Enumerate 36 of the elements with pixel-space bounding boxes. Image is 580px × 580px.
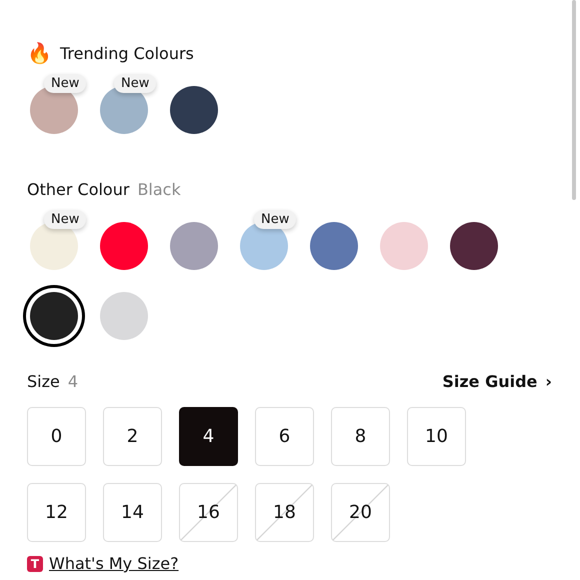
size-option[interactable]: 6 [255,407,314,466]
size-option[interactable]: 2 [103,407,162,466]
colour-swatch[interactable] [30,292,78,340]
size-option[interactable]: 12 [27,483,86,542]
size-option[interactable]: 4 [179,407,238,466]
selected-colour-name: Black [137,180,181,198]
size-option[interactable]: 0 [27,407,86,466]
section-title: Size [27,372,60,390]
new-badge: New [44,74,86,93]
fire-icon: 🔥 [27,41,52,65]
colour-swatch[interactable] [100,292,148,340]
size-option[interactable]: 14 [103,483,162,542]
size-option[interactable]: 18 [255,483,314,542]
colour-swatch[interactable] [310,222,358,270]
size-option[interactable]: 20 [331,483,390,542]
colour-swatch[interactable] [30,222,78,270]
new-badge: New [114,74,156,93]
colour-swatch[interactable] [450,222,498,270]
size-option[interactable]: 10 [407,407,466,466]
colour-swatch[interactable] [100,86,148,134]
size-guide-link[interactable]: Size Guide › [442,372,552,390]
colour-swatch[interactable] [100,222,148,270]
size-option[interactable]: 16 [179,483,238,542]
colour-swatch[interactable] [170,86,218,134]
new-badge: New [44,210,86,229]
colour-swatch[interactable] [240,222,288,270]
logo-icon: T [27,556,43,572]
section-title: Other Colour [27,180,130,198]
whats-my-size-link[interactable]: What's My Size? [49,554,179,573]
section-title: Trending Colours [60,44,194,62]
new-badge: New [254,210,296,229]
colour-swatch[interactable] [170,222,218,270]
colour-swatch[interactable] [380,222,428,270]
colour-swatch[interactable] [30,86,78,134]
selected-size: 4 [68,372,78,390]
size-option[interactable]: 8 [331,407,390,466]
